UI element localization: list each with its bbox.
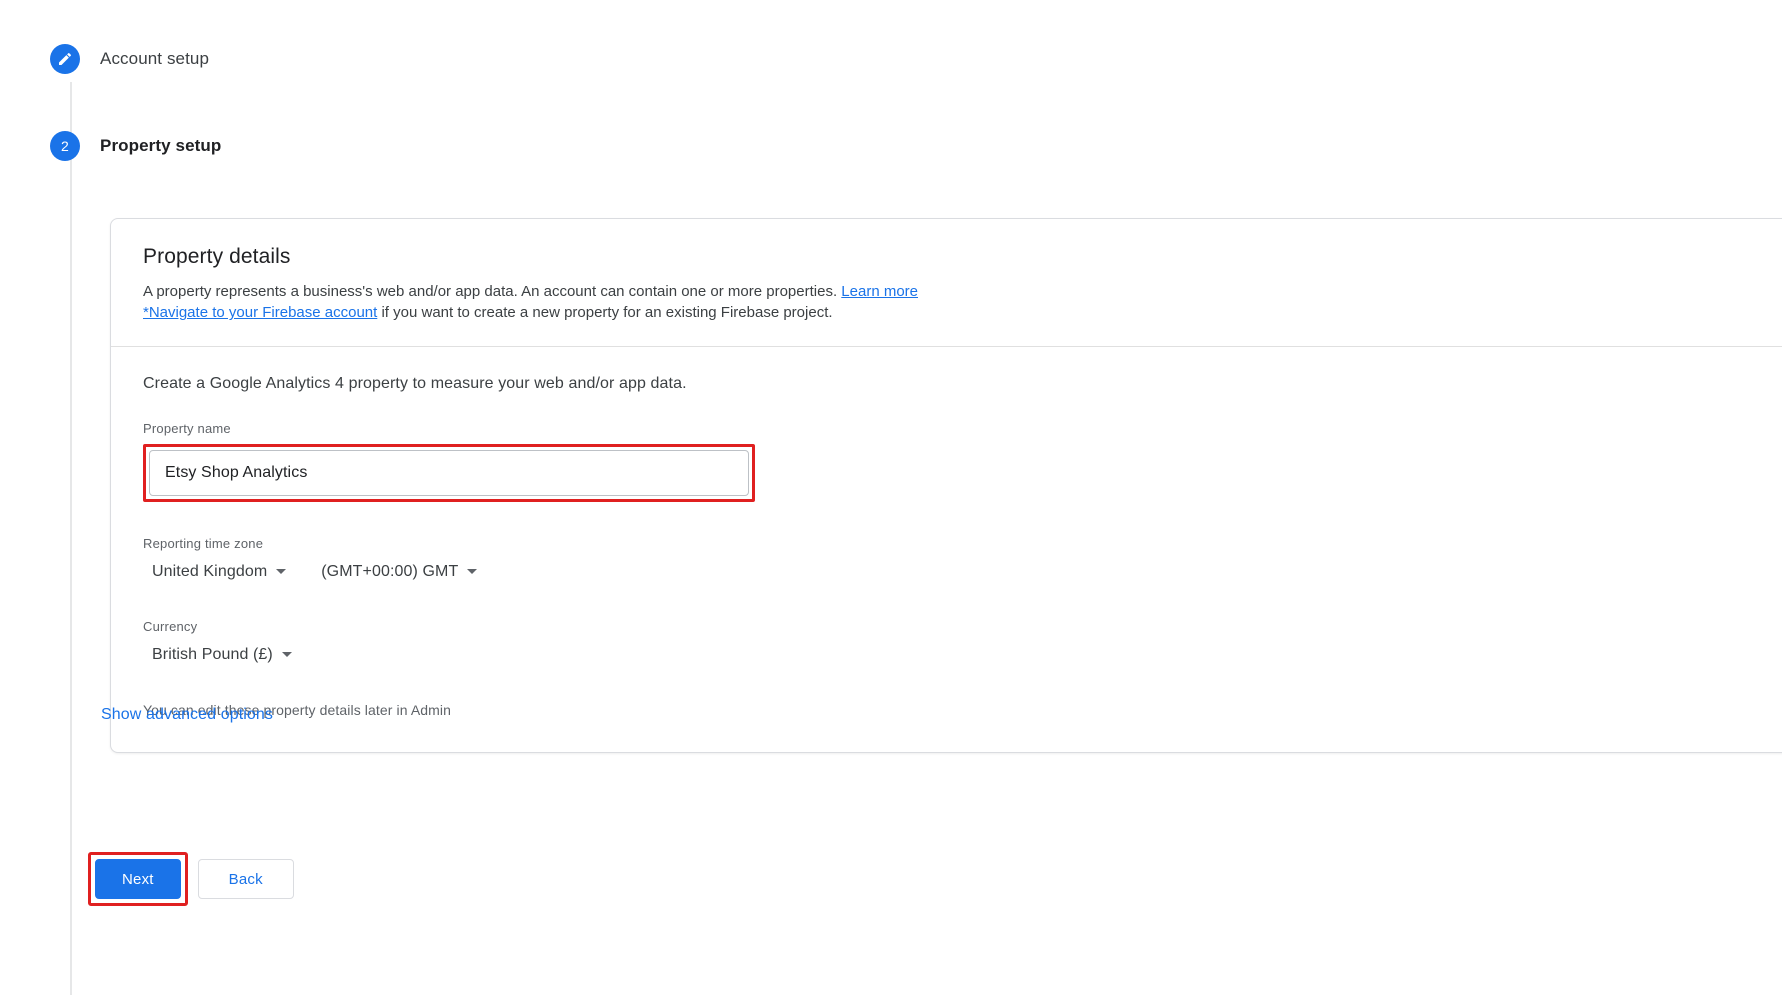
stepper-connector-line bbox=[70, 82, 72, 995]
property-details-card: Property details A property represents a… bbox=[110, 218, 1782, 753]
firebase-account-link[interactable]: *Navigate to your Firebase account bbox=[143, 304, 377, 321]
edit-icon bbox=[50, 44, 80, 74]
card-description-text-2: if you want to create a new property for… bbox=[377, 304, 833, 322]
property-name-field-group: Property name bbox=[143, 421, 1777, 502]
time-zone-country-value: United Kingdom bbox=[152, 562, 268, 580]
stepper-label-property-setup: Property setup bbox=[100, 136, 222, 155]
property-name-label: Property name bbox=[143, 420, 231, 436]
time-zone-field-group: Reporting time zone United Kingdom (GMT+… bbox=[143, 536, 1777, 585]
step-number-badge: 2 bbox=[50, 131, 80, 161]
chevron-down-icon bbox=[281, 652, 292, 658]
currency-label: Currency bbox=[143, 618, 198, 634]
currency-value: British Pound (£) bbox=[152, 645, 273, 663]
card-title: Property details bbox=[143, 245, 291, 268]
stepper-label-account-setup: Account setup bbox=[100, 49, 210, 68]
currency-field-group: Currency British Pound (£) bbox=[143, 619, 1777, 668]
admin-edit-note: You can edit these property details late… bbox=[143, 701, 452, 718]
back-button[interactable]: Back bbox=[197, 859, 294, 899]
time-zone-country-select[interactable]: United Kingdom bbox=[143, 559, 290, 585]
intro-text: Create a Google Analytics 4 property to … bbox=[143, 374, 687, 392]
learn-more-link[interactable]: Learn more bbox=[841, 283, 918, 300]
property-name-highlight bbox=[143, 443, 755, 502]
action-buttons: Next Back bbox=[88, 852, 294, 906]
property-name-input[interactable] bbox=[149, 449, 749, 496]
time-zone-selects: United Kingdom (GMT+00:00) GMT bbox=[143, 559, 1777, 585]
stepper-item-account-setup[interactable]: Account setup bbox=[50, 44, 209, 74]
stepper-item-property-setup[interactable]: 2 Property setup bbox=[50, 131, 221, 161]
chevron-down-icon bbox=[467, 569, 478, 575]
card-header: Property details A property represents a… bbox=[111, 219, 1782, 346]
time-zone-offset-select[interactable]: (GMT+00:00) GMT bbox=[312, 559, 481, 585]
next-button[interactable]: Next bbox=[95, 859, 181, 899]
show-advanced-options-link[interactable]: Show advanced options bbox=[101, 706, 273, 724]
card-description: A property represents a business's web a… bbox=[143, 281, 973, 324]
card-body: Create a Google Analytics 4 property to … bbox=[111, 347, 1782, 752]
property-setup-page: Account setup 2 Property setup Property … bbox=[0, 0, 1782, 995]
chevron-down-icon bbox=[276, 569, 287, 575]
currency-select[interactable]: British Pound (£) bbox=[143, 642, 296, 668]
next-button-highlight: Next bbox=[88, 852, 188, 906]
time-zone-offset-value: (GMT+00:00) GMT bbox=[321, 562, 459, 580]
card-description-text-1: A property represents a business's web a… bbox=[143, 283, 842, 300]
time-zone-label: Reporting time zone bbox=[143, 535, 264, 551]
